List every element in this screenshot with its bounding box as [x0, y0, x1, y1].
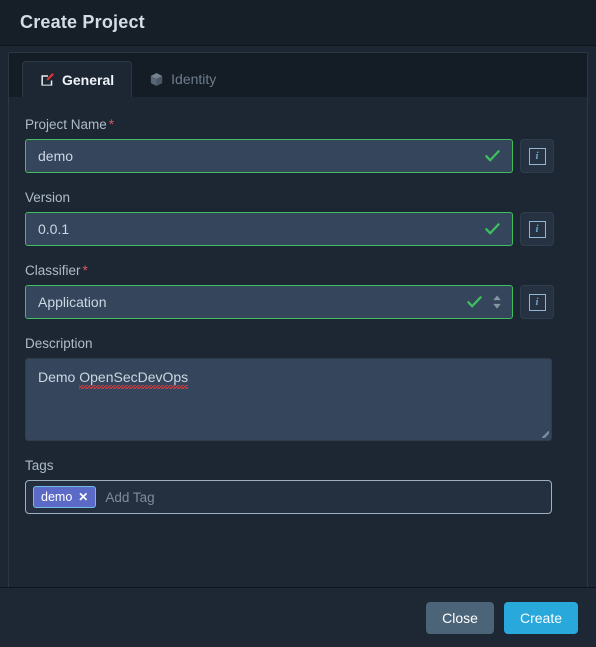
- tab-identity-label: Identity: [171, 71, 217, 87]
- project-name-info-button[interactable]: i: [520, 139, 554, 173]
- close-icon[interactable]: ✕: [78, 491, 88, 503]
- project-name-value: demo: [38, 148, 74, 164]
- field-version: Version 0.0.1 i: [25, 190, 567, 246]
- tab-bar: General Identity: [9, 53, 587, 97]
- edit-pencil-icon: [40, 72, 55, 87]
- tab-general-label: General: [62, 71, 115, 88]
- info-icon: i: [528, 293, 546, 311]
- valid-check-icon: [466, 294, 483, 311]
- classifier-row: Application i: [25, 285, 567, 319]
- field-classifier: Classifier * Application i: [25, 263, 567, 319]
- description-text-plain: Demo: [38, 369, 80, 385]
- classifier-label: Classifier *: [25, 263, 567, 278]
- info-icon: i: [528, 220, 546, 238]
- project-name-label: Project Name *: [25, 117, 567, 132]
- dialog-body: General Identity Project Name * demo i V…: [0, 46, 596, 587]
- version-info-button[interactable]: i: [520, 212, 554, 246]
- field-project-name: Project Name * demo i: [25, 117, 567, 173]
- info-icon: i: [528, 147, 546, 165]
- create-button[interactable]: Create: [503, 601, 578, 634]
- project-name-input[interactable]: demo: [25, 139, 513, 173]
- field-description: Description Demo OpenSecDevOps: [25, 336, 567, 441]
- version-label: Version: [25, 190, 567, 205]
- version-value: 0.0.1: [38, 221, 70, 237]
- tags-placeholder: Add Tag: [105, 489, 155, 505]
- tag-chip[interactable]: demo ✕: [33, 486, 97, 508]
- project-name-label-text: Project Name: [25, 117, 107, 132]
- version-label-text: Version: [25, 190, 71, 205]
- general-form: Project Name * demo i Version 0.0.1 i Cl…: [9, 97, 587, 587]
- classifier-value: Application: [38, 294, 107, 310]
- valid-check-icon: [484, 221, 501, 238]
- dialog-title: Create Project: [20, 12, 145, 32]
- create-project-dialog: Create Project General Identity Project …: [0, 0, 596, 647]
- tab-panel: General Identity Project Name * demo i V…: [8, 52, 588, 587]
- version-input[interactable]: 0.0.1: [25, 212, 513, 246]
- classifier-label-text: Classifier: [25, 263, 81, 278]
- dialog-footer: Close Create: [0, 587, 596, 647]
- description-label: Description: [25, 336, 93, 351]
- tab-general[interactable]: General: [22, 61, 133, 97]
- tag-chip-label: demo: [41, 490, 73, 504]
- classifier-select[interactable]: Application: [25, 285, 513, 319]
- description-value: Demo OpenSecDevOps: [38, 368, 539, 390]
- tab-identity[interactable]: Identity: [132, 61, 233, 97]
- tags-label: Tags: [25, 458, 54, 473]
- project-name-row: demo i: [25, 139, 567, 173]
- version-row: 0.0.1 i: [25, 212, 567, 246]
- dialog-header: Create Project: [0, 0, 596, 46]
- field-tags: Tags demo ✕ Add Tag: [25, 458, 567, 514]
- description-textarea[interactable]: Demo OpenSecDevOps: [25, 358, 552, 441]
- classifier-info-button[interactable]: i: [520, 285, 554, 319]
- project-name-required-star: *: [108, 117, 115, 132]
- valid-check-icon: [484, 148, 501, 165]
- tags-input[interactable]: demo ✕ Add Tag: [25, 480, 552, 514]
- classifier-required-star: *: [82, 263, 88, 278]
- cube-icon: [149, 72, 164, 87]
- description-text-misspelled: OpenSecDevOps: [79, 369, 189, 390]
- textarea-resize-handle[interactable]: [538, 427, 549, 438]
- classifier-stepper-icon[interactable]: [492, 295, 502, 310]
- close-button[interactable]: Close: [426, 601, 494, 634]
